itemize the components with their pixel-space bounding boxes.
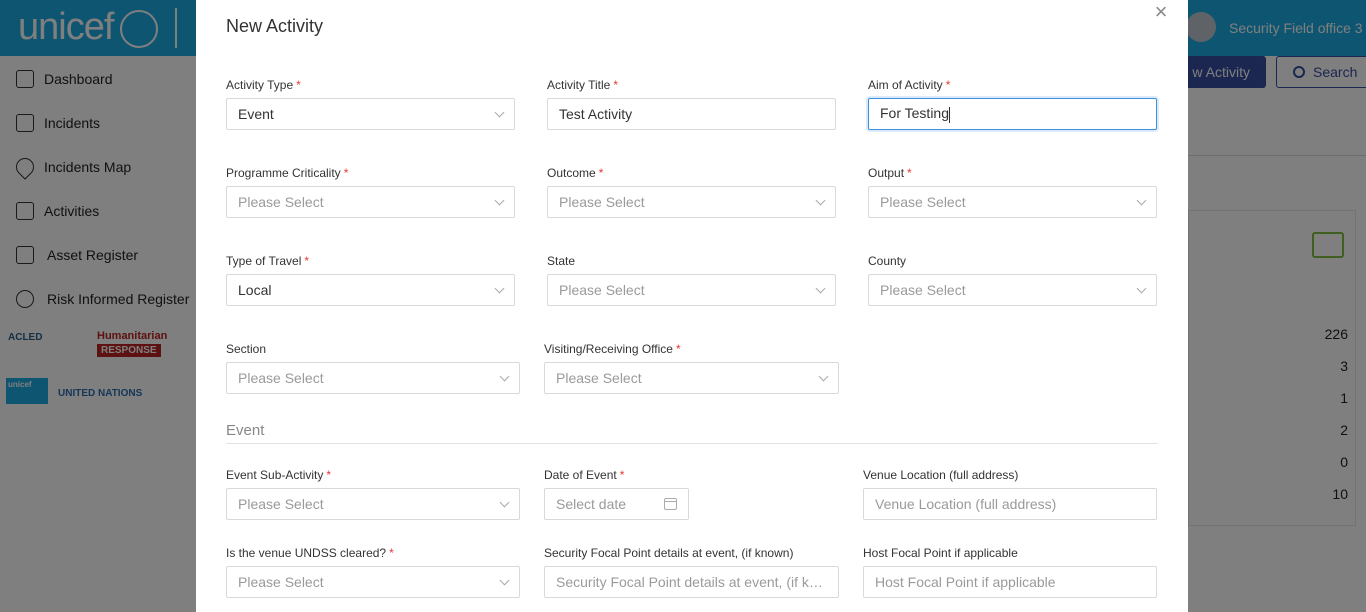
date-of-event-field: Date of Event * Select date xyxy=(544,468,689,520)
chevron-down-icon xyxy=(499,497,510,507)
field-label: Security Focal Point details at event, (… xyxy=(544,546,794,560)
section-field: Section Please Select xyxy=(226,342,520,394)
select-placeholder: Please Select xyxy=(559,194,645,210)
venue-location-input[interactable]: Venue Location (full address) xyxy=(863,488,1157,520)
field-label: Is the venue UNDSS cleared? xyxy=(226,546,387,560)
activity-title-field: Activity Title * Test Activity xyxy=(547,78,836,130)
field-label: Activity Type xyxy=(226,78,294,92)
select-placeholder: Please Select xyxy=(880,282,966,298)
text-caret xyxy=(949,106,950,123)
output-select[interactable]: Please Select xyxy=(868,186,1157,218)
venue-location-field: Venue Location (full address) Venue Loca… xyxy=(863,468,1157,520)
required-marker: * xyxy=(389,546,394,560)
chevron-down-icon xyxy=(1136,283,1147,293)
chevron-down-icon xyxy=(1136,195,1147,205)
select-placeholder: Please Select xyxy=(559,282,645,298)
date-of-event-picker[interactable]: Select date xyxy=(544,488,689,520)
chevron-down-icon xyxy=(499,371,510,381)
field-label: Event Sub-Activity xyxy=(226,468,324,482)
visiting-office-field: Visiting/Receiving Office * Please Select xyxy=(544,342,839,394)
event-sub-activity-field: Event Sub-Activity * Please Select xyxy=(226,468,520,520)
field-label: State xyxy=(547,254,576,268)
modal-title: New Activity xyxy=(226,16,324,36)
aim-of-activity-input[interactable]: For Testing xyxy=(868,98,1157,130)
calendar-icon xyxy=(664,498,677,510)
activity-title-input[interactable]: Test Activity xyxy=(547,98,836,130)
chevron-down-icon xyxy=(494,107,505,117)
chevron-down-icon xyxy=(499,575,510,585)
field-label: Venue Location (full address) xyxy=(863,468,1019,482)
output-field: Output * Please Select xyxy=(868,166,1157,218)
required-marker: * xyxy=(296,78,301,92)
input-value: For Testing xyxy=(880,105,949,122)
input-placeholder: Security Focal Point details at event, (… xyxy=(556,574,827,590)
field-label: Aim of Activity xyxy=(868,78,943,92)
select-value: Event xyxy=(238,106,274,122)
outcome-select[interactable]: Please Select xyxy=(547,186,836,218)
chevron-down-icon xyxy=(815,195,826,205)
chevron-down-icon xyxy=(494,195,505,205)
date-placeholder: Select date xyxy=(556,496,627,512)
type-of-travel-select[interactable]: Local xyxy=(226,274,515,306)
visiting-office-select[interactable]: Please Select xyxy=(544,362,839,394)
select-placeholder: Please Select xyxy=(880,194,966,210)
select-placeholder: Please Select xyxy=(238,574,324,590)
close-icon[interactable]: × xyxy=(1151,1,1171,23)
chevron-down-icon xyxy=(818,371,829,381)
programme-criticality-select[interactable]: Please Select xyxy=(226,186,515,218)
activity-type-select[interactable]: Event xyxy=(226,98,515,130)
required-marker: * xyxy=(613,78,619,92)
event-sub-activity-select[interactable]: Please Select xyxy=(226,488,520,520)
select-placeholder: Please Select xyxy=(556,370,642,386)
select-placeholder: Please Select xyxy=(238,194,324,210)
type-of-travel-field: Type of Travel * Local xyxy=(226,254,515,306)
host-focal-point-input[interactable]: Host Focal Point if applicable xyxy=(863,566,1157,598)
required-marker: * xyxy=(675,342,681,356)
security-focal-point-input[interactable]: Security Focal Point details at event, (… xyxy=(544,566,839,598)
field-label: Visiting/Receiving Office xyxy=(544,342,673,356)
select-placeholder: Please Select xyxy=(238,370,324,386)
field-label: Host Focal Point if applicable xyxy=(863,546,1018,560)
input-placeholder: Host Focal Point if applicable xyxy=(875,574,1056,590)
required-marker: * xyxy=(907,166,912,180)
select-placeholder: Please Select xyxy=(238,496,324,512)
security-focal-point-field: Security Focal Point details at event, (… xyxy=(544,546,839,598)
venue-undss-cleared-select[interactable]: Please Select xyxy=(226,566,520,598)
chevron-down-icon xyxy=(494,283,505,293)
chevron-down-icon xyxy=(815,283,826,293)
input-placeholder: Venue Location (full address) xyxy=(875,496,1057,512)
field-label: Outcome xyxy=(547,166,596,180)
section-select[interactable]: Please Select xyxy=(226,362,520,394)
required-marker: * xyxy=(304,254,310,268)
required-marker: * xyxy=(619,468,625,482)
state-select[interactable]: Please Select xyxy=(547,274,836,306)
aim-of-activity-field: Aim of Activity * For Testing xyxy=(868,78,1157,130)
input-value: Test Activity xyxy=(559,106,633,122)
field-label: Output xyxy=(868,166,905,180)
select-value: Local xyxy=(238,282,272,298)
host-focal-point-field: Host Focal Point if applicable Host Foca… xyxy=(863,546,1157,598)
activity-type-field: Activity Type * Event xyxy=(226,78,515,130)
required-marker: * xyxy=(326,468,332,482)
programme-criticality-field: Programme Criticality * Please Select xyxy=(226,166,515,218)
required-marker: * xyxy=(598,166,604,180)
section-divider xyxy=(226,443,1158,444)
new-activity-modal: New Activity × Activity Type * Event Acti… xyxy=(196,0,1188,612)
required-marker: * xyxy=(945,78,951,92)
field-label: Section xyxy=(226,342,267,356)
state-field: State Please Select xyxy=(547,254,836,306)
field-label: County xyxy=(868,254,907,268)
event-section-title: Event xyxy=(226,422,265,439)
outcome-field: Outcome * Please Select xyxy=(547,166,836,218)
county-select[interactable]: Please Select xyxy=(868,274,1157,306)
required-marker: * xyxy=(343,166,349,180)
field-label: Type of Travel xyxy=(226,254,302,268)
field-label: Programme Criticality xyxy=(226,166,341,180)
venue-undss-cleared-field: Is the venue UNDSS cleared? * Please Sele… xyxy=(226,546,520,598)
field-label: Activity Title xyxy=(547,78,611,92)
field-label: Date of Event xyxy=(544,468,617,482)
county-field: County Please Select xyxy=(868,254,1157,306)
